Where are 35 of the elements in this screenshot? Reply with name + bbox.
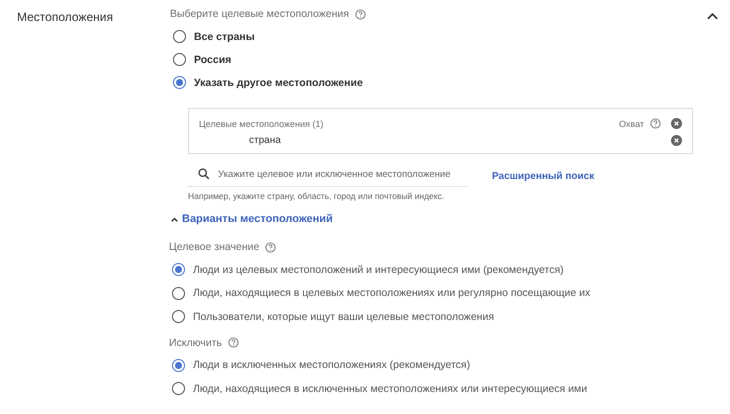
radio-label: Люди из целевых местоположений и интересующиеся ими (рекомендуется)	[193, 264, 564, 276]
location-name: страна	[248, 135, 281, 146]
help-icon[interactable]	[265, 242, 276, 252]
radio-button[interactable]	[172, 382, 185, 396]
remove-icon[interactable]	[671, 135, 682, 146]
help-icon[interactable]	[650, 118, 661, 129]
search-field[interactable]: Укажите целевое или исключенное местоположение	[188, 166, 468, 187]
radio-label: Пользователи, которые ищут ваши целевые местоположения	[193, 310, 494, 323]
search-icon	[198, 168, 210, 180]
reach-label: Охват	[618, 118, 644, 128]
radio-label: Люди в исключенных местоположениях (рекомендуется)	[193, 359, 470, 372]
radio-button[interactable]	[172, 286, 185, 300]
radio-button[interactable]	[172, 263, 185, 276]
search-hint: Например, укажите страну, область, город или почтовый индекс.	[188, 191, 446, 201]
remove-icon[interactable]	[671, 118, 682, 129]
group-label: Исключить	[169, 336, 222, 348]
group-label: Целевое значение	[169, 241, 260, 253]
advanced-search-link[interactable]: Расширенный поиск	[492, 171, 594, 182]
radio-label: Россия	[194, 54, 232, 66]
section-title: Местоположения	[17, 10, 113, 24]
radio-label: Все страны	[194, 30, 255, 42]
field-label: Выберите целевые местоположения	[170, 8, 349, 20]
radio-label: Указать другое местоположение	[194, 76, 363, 88]
radio-label: Люди, находящиеся в целевых местоположениях или регулярно посещающие их	[193, 287, 590, 300]
help-icon[interactable]	[228, 337, 239, 348]
radio-button[interactable]	[173, 53, 186, 66]
panel-title: Целевые местоположения (1)	[199, 118, 324, 128]
radio-button[interactable]	[173, 76, 186, 89]
radio-button[interactable]	[172, 358, 185, 372]
radio-label: Люди, находящиеся в исключенных местоположениях или интересующиеся ими	[193, 382, 588, 395]
help-icon[interactable]	[355, 8, 366, 20]
radio-button[interactable]	[173, 30, 186, 43]
radio-button[interactable]	[172, 310, 185, 324]
collapse-icon[interactable]	[707, 12, 718, 20]
options-toggle[interactable]: Варианты местоположений	[170, 213, 333, 225]
